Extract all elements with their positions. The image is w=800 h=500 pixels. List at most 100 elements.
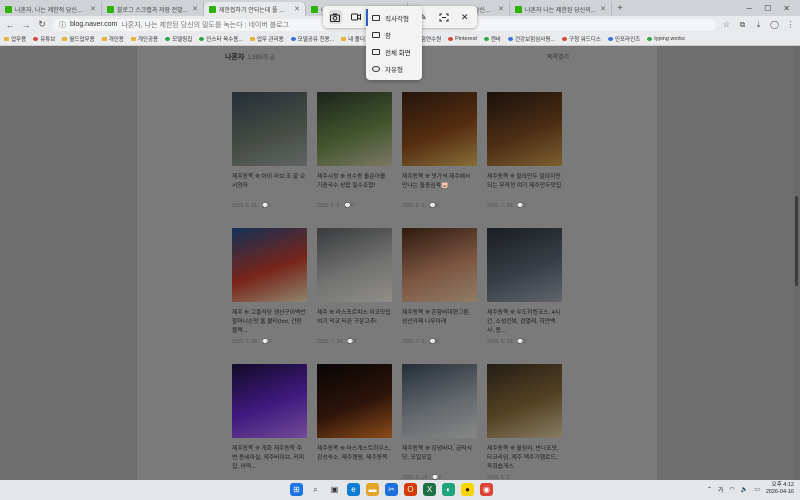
- bookmark-item[interactable]: 월드업무용: [62, 35, 95, 43]
- comment-count[interactable]: 💬0: [347, 339, 356, 345]
- post-title[interactable]: 제주동쪽 ❊ 김녕바다, 곰막식당, 모일모일: [402, 445, 477, 472]
- download-icon[interactable]: ⤓: [754, 20, 763, 30]
- tab-close-icon[interactable]: ✕: [192, 5, 198, 13]
- bookmark-item[interactable]: 업무용: [4, 35, 26, 43]
- excel-icon[interactable]: X: [423, 483, 436, 496]
- comment-count[interactable]: 💬0: [517, 339, 526, 345]
- comment-count[interactable]: 💬0: [262, 339, 271, 345]
- close-icon[interactable]: ✕: [458, 10, 471, 24]
- edge-icon[interactable]: e: [347, 483, 360, 496]
- bookmark-item[interactable]: 내 폴더: [341, 35, 365, 43]
- snip-mode-option[interactable]: 창: [366, 26, 422, 43]
- bookmark-item[interactable]: 인포라인즈: [607, 35, 640, 43]
- camera-icon[interactable]: [329, 10, 342, 24]
- comment-count[interactable]: 💬0: [430, 339, 439, 345]
- post-title[interactable]: 제주동쪽 ❊ 멋가석 제주에서 만나는 돌종심육🐷: [402, 173, 477, 200]
- reload-icon[interactable]: ↻: [37, 19, 47, 30]
- close-window-icon[interactable]: ✕: [783, 4, 790, 13]
- snip-mode-option[interactable]: 전체 화면: [366, 43, 422, 60]
- task-view-icon[interactable]: ▣: [328, 483, 341, 496]
- volume-icon[interactable]: 🔈: [741, 486, 748, 493]
- bookmark-item[interactable]: 모델링집: [165, 35, 192, 43]
- tab-close-icon[interactable]: ✕: [90, 5, 96, 13]
- post-thumbnail[interactable]: [487, 364, 562, 438]
- minimize-icon[interactable]: ─: [746, 4, 752, 13]
- post-card[interactable]: 제주동쪽 ❊ 존향비대편그론, 성산카페 나무아래 2025. 7. 9. 💬0: [402, 228, 477, 345]
- new-tab-button[interactable]: +: [612, 3, 628, 14]
- post-thumbnail[interactable]: [232, 228, 307, 302]
- post-card[interactable]: 제주동쪽 ❊ 월정리, 반나조맛, 타코라임, 제주 맥주기행로드, 육회숍게스…: [487, 364, 562, 481]
- tab-close-icon[interactable]: ✕: [294, 5, 300, 13]
- post-title[interactable]: 제주동쪽 ❊ 라스게스트하우스, 감성숙소, 제주캠핑, 제주동쪽: [317, 445, 392, 472]
- post-card[interactable]: 제주시청 ❊ 성수동 돌문어을 기중국수 상합 필수조합! 2025. 8. 9.…: [317, 92, 392, 209]
- post-card[interactable]: 제주동쪽 ❊ 라스게스트하우스, 감성숙소, 제주캠핑, 제주동쪽: [317, 364, 392, 475]
- post-title[interactable]: 제주 ❊ 고흥식당 생선구이백반 할머니손맛 홈 불티(hot, 간판블랙...: [232, 309, 307, 336]
- bookmark-item[interactable]: 개인공용: [130, 35, 158, 43]
- bookmark-star-icon[interactable]: ☆: [722, 20, 731, 30]
- language-icon[interactable]: 가: [718, 485, 724, 494]
- text-extract-icon[interactable]: [437, 10, 450, 24]
- clock[interactable]: 오후 4:12 2026-04-16: [766, 482, 794, 496]
- bookmark-item[interactable]: 업무 관리용: [249, 35, 284, 43]
- search-icon[interactable]: ⌕: [309, 483, 322, 496]
- post-thumbnail[interactable]: [487, 92, 562, 166]
- office-icon[interactable]: O: [404, 483, 417, 496]
- maximize-icon[interactable]: ☐: [764, 4, 771, 13]
- browser-tab[interactable]: 제한접하기 안되는데 풀 ... ✕: [204, 2, 306, 16]
- post-card[interactable]: 제주 ❊ 고흥식당 생선구이백반 할머니손맛 홈 불티(hot, 간판블랙...…: [232, 228, 307, 345]
- post-card[interactable]: 제주 ❊ 라스포르피스 이코맛집 여기 덕코 터픈 구운고추! 2025. 7. …: [317, 228, 392, 345]
- post-title[interactable]: 제주동쪽 ❊ 우도히켄코스, 4시간, 소섬전복, 검멸래, 하얀백사, 몽..…: [487, 309, 562, 336]
- post-title[interactable]: 제주 ❊ 라스포르피스 이코맛집 여기 덕코 터픈 구운고추!: [317, 309, 392, 336]
- post-title[interactable]: 제주동쪽 ❊ 아이 라브 조 끝 오시양자: [232, 173, 307, 200]
- snipping-icon[interactable]: ✂: [385, 483, 398, 496]
- wifi-icon[interactable]: ◠: [729, 486, 734, 493]
- snip-mode-option[interactable]: 자유형: [366, 60, 422, 77]
- comment-count[interactable]: 💬0: [345, 203, 354, 209]
- comment-count[interactable]: 💬0: [430, 203, 439, 209]
- file-explorer-icon[interactable]: ▬: [366, 483, 379, 496]
- bookmark-item[interactable]: 인스타 육수용...: [199, 35, 243, 43]
- post-thumbnail[interactable]: [317, 92, 392, 166]
- post-thumbnail[interactable]: [487, 228, 562, 302]
- post-title[interactable]: 제주동쪽 ❊ 존향비대편그론, 성산카페 나무아래: [402, 309, 477, 336]
- battery-icon[interactable]: ▭: [754, 486, 760, 493]
- post-thumbnail[interactable]: [402, 228, 477, 302]
- bookmark-item[interactable]: 유튜브: [33, 35, 55, 43]
- forward-icon[interactable]: →: [21, 20, 31, 30]
- video-icon[interactable]: [350, 10, 363, 24]
- bookmark-item[interactable]: typing works: [647, 36, 685, 42]
- post-card[interactable]: 제주동쪽 ❊ 김녕바다, 곰막식당, 모일모일 2025. 5. 14. 💬0: [402, 364, 477, 481]
- extension-icon[interactable]: ⧉: [738, 20, 747, 30]
- tab-close-icon[interactable]: ✕: [498, 5, 504, 13]
- menu-icon[interactable]: ⋮: [786, 20, 795, 30]
- profile-icon[interactable]: ◯: [770, 20, 779, 30]
- bookmark-item[interactable]: 캔바: [483, 35, 501, 43]
- post-card[interactable]: 제주동쪽 ❊ 개화 제주동쪽 주변 동네마실, 제주바이브, 커피집, 어떡..…: [232, 364, 307, 475]
- post-card[interactable]: 제주동쪽 ❊ 우도히켄코스, 4시간, 소섬전복, 검멸래, 하얀백사, 몽..…: [487, 228, 562, 345]
- bookmark-item[interactable]: 건강보험심사평...: [508, 35, 555, 43]
- comment-count[interactable]: 💬0: [517, 203, 526, 209]
- post-card[interactable]: 제주동쪽 ❊ 멋가석 제주에서 만나는 돌종심육🐷 2025. 8. 2. 💬0: [402, 92, 477, 209]
- post-title[interactable]: 제주동쪽 ❊ 월정리, 반나조맛, 타코라임, 제주 맥주기행로드, 육회숍게스: [487, 445, 562, 472]
- post-thumbnail[interactable]: [232, 364, 307, 438]
- bookmark-item[interactable]: 모델공유 친용...: [290, 35, 334, 43]
- post-title[interactable]: 제주동쪽 ❊ 할랴만두 알려지만 되는 무작정 여기 제주만두맛집: [487, 173, 562, 200]
- bookmark-item[interactable]: Pinterest: [448, 36, 477, 42]
- post-thumbnail[interactable]: [402, 92, 477, 166]
- post-thumbnail[interactable]: [402, 364, 477, 438]
- list-toggle-link[interactable]: 목록열기: [547, 52, 569, 61]
- whale-icon[interactable]: ◐: [442, 483, 455, 496]
- post-card[interactable]: 제주동쪽 ❊ 아이 라브 조 끝 오시양자 2025. 8. 11. 💬0: [232, 92, 307, 209]
- snip-mode-option[interactable]: 직사각형: [366, 9, 422, 26]
- tab-close-icon[interactable]: ✕: [600, 5, 606, 13]
- windows-start-icon[interactable]: ⊞: [290, 483, 303, 496]
- chrome-icon[interactable]: ◉: [480, 483, 493, 496]
- comment-count[interactable]: 💬0: [262, 203, 271, 209]
- bookmark-item[interactable]: 개인용: [101, 35, 124, 43]
- scrollbar-thumb[interactable]: [795, 196, 798, 286]
- post-thumbnail[interactable]: [317, 364, 392, 438]
- kakaotalk-icon[interactable]: ●: [461, 483, 474, 496]
- post-title[interactable]: 제주시청 ❊ 성수동 돌문어을 기중국수 상합 필수조합!: [317, 173, 392, 200]
- post-title[interactable]: 제주동쪽 ❊ 개화 제주동쪽 주변 동네마실, 제주바이브, 커피집, 어떡..…: [232, 445, 307, 472]
- back-icon[interactable]: ←: [5, 20, 15, 30]
